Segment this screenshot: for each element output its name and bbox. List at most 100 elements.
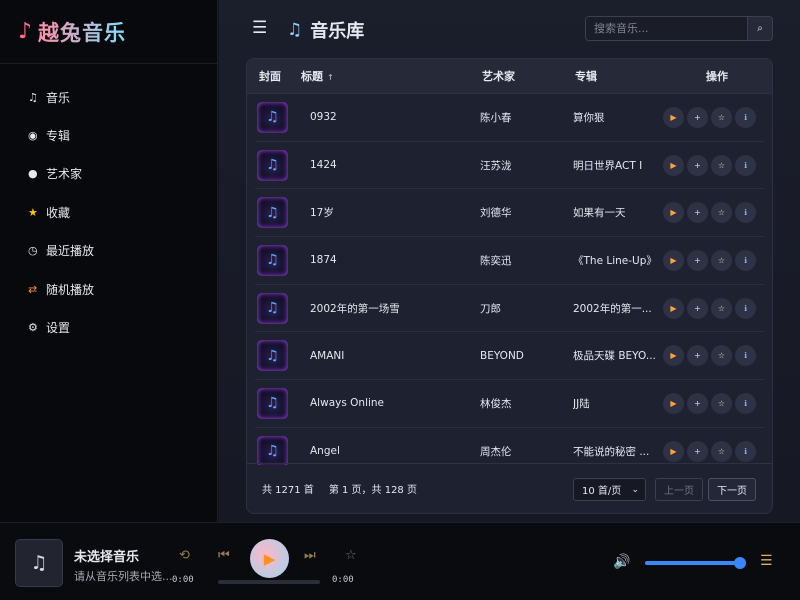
info-button[interactable]: ℹ [735,440,756,462]
play-song-button[interactable]: ▶ [663,345,684,367]
song-title: 1424 [310,159,337,172]
page-size-select[interactable]: 10 首/页 ⌄ [573,478,646,501]
search-input[interactable] [586,17,747,40]
sidebar-item-albums[interactable]: ◉ 专辑 [0,116,217,154]
favorite-icon[interactable]: ☆ [345,548,357,563]
song-artist: 陈奕迅 [480,254,512,267]
sidebar-item-label: 音乐 [46,90,71,105]
add-to-playlist-button[interactable]: + [687,440,708,462]
table-row[interactable]: ♫ Always Online 林俊杰 JJ陆 ▶ + ☆ ℹ [255,380,764,428]
song-title: Always Online [310,397,385,410]
column-header-album: 专辑 [575,70,597,83]
sidebar-item-label: 设置 [46,321,71,336]
table-row[interactable]: ♫ 17岁 刘德华 如果有一天 ▶ + ☆ ℹ [255,189,764,238]
star-icon: ☆ [717,208,726,218]
app-logo[interactable]: ♪ 越兔音乐 [0,0,217,64]
now-playing-title: 未选择音乐 [74,550,140,565]
next-track-icon[interactable]: ⏭ [304,548,316,563]
play-song-button[interactable]: ▶ [663,106,684,128]
chevron-down-icon: ⌄ [631,484,639,495]
prev-page-button[interactable]: 上一页 [655,478,703,501]
music-table: 封面 标题 ↑ 艺术家 专辑 操作 ♫ 0932 陈小春 算你狠 ▶ + ☆ ℹ … [246,58,773,514]
song-title: 0932 [310,111,337,124]
volume-slider[interactable] [645,557,746,569]
info-button[interactable]: ℹ [735,297,756,319]
play-song-button[interactable]: ▶ [663,440,684,462]
table-body: ♫ 0932 陈小春 算你狠 ▶ + ☆ ℹ ♫ 1424 汪苏泷 明日世界AC… [247,94,772,465]
plus-icon: + [694,351,701,361]
table-row[interactable]: ♫ AMANI BEYOND 极品天碟 BEYO... ▶ + ☆ ℹ [255,332,764,381]
sidebar-item-favorites[interactable]: ★ 收藏 [0,193,217,231]
favorite-button[interactable]: ☆ [711,297,732,319]
sidebar-item-music[interactable]: ♫ 音乐 [0,78,217,116]
add-to-playlist-button[interactable]: + [687,345,708,367]
music-note-icon: ♫ [266,395,279,412]
play-song-button[interactable]: ▶ [663,297,684,319]
info-button[interactable]: ℹ [735,249,756,271]
cover-cell: ♫ [255,197,299,229]
favorite-button[interactable]: ☆ [711,154,732,176]
add-to-playlist-button[interactable]: + [687,106,708,128]
next-page-button[interactable]: 下一页 [708,478,756,501]
play-icon: ▶ [670,255,677,265]
play-icon: ▶ [670,160,677,170]
table-row[interactable]: ♫ 2002年的第一场雪 刀郎 2002年的第一... ▶ + ☆ ℹ [255,285,764,333]
favorite-button[interactable]: ☆ [711,440,732,462]
song-artist: 刀郎 [480,302,501,315]
table-row[interactable]: ♫ Angel 周杰伦 不能说的秘密 ... ▶ + ☆ ℹ [255,428,764,465]
favorite-button[interactable]: ☆ [711,106,732,128]
table-row[interactable]: ♫ 1424 汪苏泷 明日世界ACT I ▶ + ☆ ℹ [255,142,764,190]
play-song-button[interactable]: ▶ [663,249,684,271]
play-song-button[interactable]: ▶ [663,392,684,414]
info-button[interactable]: ℹ [735,392,756,414]
song-album: 2002年的第一... [573,302,652,315]
table-row[interactable]: ♫ 1874 陈奕迅 《The Line-Up》 ▶ + ☆ ℹ [255,237,764,285]
progress-bar[interactable] [218,580,320,584]
favorite-button[interactable]: ☆ [711,392,732,414]
sidebar-item-artists[interactable]: ● 艺术家 [0,155,217,193]
row-actions: ▶ + ☆ ℹ [657,106,764,128]
star-icon: ☆ [717,446,726,456]
add-to-playlist-button[interactable]: + [687,202,708,224]
sidebar-item-shuffle[interactable]: ⇄ 随机播放 [0,270,217,308]
music-note-icon: ♫ [266,204,279,221]
volume-icon[interactable]: 🔊 [613,554,630,570]
add-to-playlist-button[interactable]: + [687,392,708,414]
shuffle-icon: ⇄ [28,282,38,296]
previous-track-icon[interactable]: ⏮ [218,548,230,563]
info-button[interactable]: ℹ [735,202,756,224]
star-icon: ☆ [717,398,726,408]
favorite-button[interactable]: ☆ [711,249,732,271]
main-content: ☰ ♫ 音乐库 ⌕ 封面 标题 ↑ 艺术家 专辑 操作 ♫ 0932 陈小春 算你… [219,0,800,522]
play-button[interactable]: ▶ [250,539,289,578]
player-bar: ♫ 未选择音乐 请从音乐列表中选... ⟲ ⏮ ▶ ⏭ ☆ 0:00 0:00 … [0,522,800,600]
favorite-button[interactable]: ☆ [711,345,732,367]
sidebar-item-label: 最近播放 [46,244,95,259]
volume-handle[interactable] [734,557,746,569]
sidebar-nav: ♫ 音乐 ◉ 专辑 ● 艺术家 ★ 收藏 ◷ 最近播放 ⇄ 随机播放 ⚙ 设置 [0,64,217,347]
total-time: 0:00 [332,575,354,585]
menu-icon[interactable]: ☰ [252,18,267,38]
album-cover: ♫ [257,435,288,465]
add-to-playlist-button[interactable]: + [687,249,708,271]
info-button[interactable]: ℹ [735,345,756,367]
playlist-icon[interactable]: ☰ [760,553,773,569]
add-to-playlist-button[interactable]: + [687,297,708,319]
repeat-icon[interactable]: ⟲ [179,548,190,563]
play-song-button[interactable]: ▶ [663,202,684,224]
sidebar-item-settings[interactable]: ⚙ 设置 [0,308,217,346]
plus-icon: + [694,398,701,408]
favorite-button[interactable]: ☆ [711,202,732,224]
info-button[interactable]: ℹ [735,106,756,128]
sidebar-item-label: 艺术家 [46,167,83,182]
music-note-icon: ♫ [266,109,279,126]
table-header: 封面 标题 ↑ 艺术家 专辑 操作 [247,59,772,94]
column-header-ops: 操作 [706,70,728,83]
sidebar-item-recent[interactable]: ◷ 最近播放 [0,232,217,270]
search-button[interactable]: ⌕ [747,17,772,40]
play-song-button[interactable]: ▶ [663,154,684,176]
add-to-playlist-button[interactable]: + [687,154,708,176]
info-button[interactable]: ℹ [735,154,756,176]
table-row[interactable]: ♫ 0932 陈小春 算你狠 ▶ + ☆ ℹ [255,94,764,142]
column-header-title[interactable]: 标题 ↑ [299,68,482,84]
